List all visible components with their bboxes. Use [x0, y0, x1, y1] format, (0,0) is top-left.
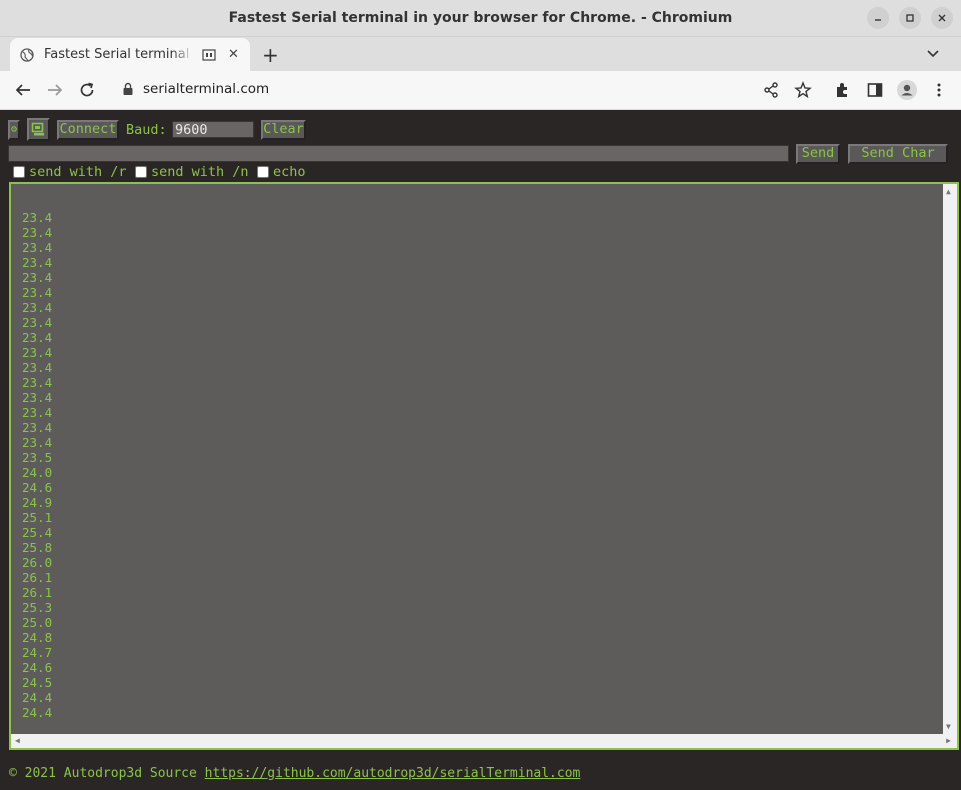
- window-title: Fastest Serial terminal in your browser …: [228, 10, 733, 26]
- scroll-left-arrow-icon[interactable]: ◀: [15, 736, 20, 745]
- extensions-puzzle-icon[interactable]: [834, 81, 852, 99]
- terminal-line: 24.4: [22, 705, 53, 720]
- vertical-scrollbar[interactable]: ▲ ▼: [943, 184, 957, 734]
- terminal-line: 23.4: [22, 300, 53, 315]
- terminal-line: 24.8: [22, 630, 53, 645]
- footer-text: © 2021 Autodrop3d Source: [9, 766, 205, 781]
- scroll-up-arrow-icon[interactable]: ▲: [946, 187, 951, 196]
- media-playing-icon: [202, 48, 216, 61]
- terminal-line: 23.4: [22, 240, 53, 255]
- terminal-line: 25.0: [22, 615, 53, 630]
- computer-icon: [31, 122, 44, 136]
- serial-terminal-page: ⚙ Connect Baud: 9600 Clear Send Send Cha…: [0, 110, 961, 790]
- terminal-line: 26.1: [22, 570, 53, 585]
- terminal-line: 26.1: [22, 585, 53, 600]
- send-with-n-checkbox[interactable]: [135, 166, 147, 178]
- send-with-r-label: send with /r: [29, 164, 127, 180]
- close-icon: [938, 14, 946, 22]
- terminal-line: 23.4: [22, 420, 53, 435]
- terminal-line: 23.4: [22, 210, 53, 225]
- more-menu-icon[interactable]: [930, 81, 948, 99]
- tab-title: Fastest Serial terminal in your browser …: [44, 47, 194, 62]
- terminal-line: 23.4: [22, 360, 53, 375]
- new-tab-button[interactable]: +: [262, 43, 279, 67]
- terminal-line: 23.4: [22, 315, 53, 330]
- footer: © 2021 Autodrop3d Source https://github.…: [9, 766, 580, 781]
- terminal-line: 25.4: [22, 525, 53, 540]
- terminal-lines: 23.4 23.4 23.4 23.4 23.4 23.4 23.4 23.4 23.4 23.4…: [22, 210, 52, 720]
- bookmark-star-icon[interactable]: [794, 81, 812, 99]
- terminal-line: 24.0: [22, 465, 53, 480]
- tab-search-chevron-down-icon[interactable]: [925, 45, 941, 61]
- settings-gear-button[interactable]: ⚙: [8, 120, 20, 140]
- terminal-line: 25.8: [22, 540, 53, 555]
- terminal-line: 24.4: [22, 690, 53, 705]
- clear-button[interactable]: Clear: [261, 120, 306, 140]
- terminal-line: 23.4: [22, 270, 53, 285]
- window-titlebar: Fastest Serial terminal in your browser …: [0, 0, 961, 37]
- minimize-button[interactable]: [867, 7, 889, 29]
- reload-icon[interactable]: [78, 81, 96, 99]
- send-button[interactable]: Send: [796, 144, 840, 164]
- terminal-line: 23.4: [22, 435, 53, 450]
- lock-icon: [122, 82, 134, 96]
- share-icon[interactable]: [762, 81, 780, 99]
- send-with-n-label: send with /n: [151, 164, 249, 180]
- scroll-down-arrow-icon[interactable]: ▼: [946, 722, 951, 731]
- tab-strip: Fastest Serial terminal in your browser …: [0, 37, 961, 71]
- baud-input[interactable]: 9600: [172, 121, 254, 138]
- maximize-icon: [906, 14, 914, 22]
- terminal-line: 24.6: [22, 660, 53, 675]
- terminal-line: 24.6: [22, 480, 53, 495]
- send-input[interactable]: [8, 145, 789, 162]
- baud-label: Baud:: [126, 122, 167, 138]
- gear-icon: ⚙: [10, 124, 18, 135]
- terminal-line: 23.4: [22, 330, 53, 345]
- terminal-output[interactable]: 23.4 23.4 23.4 23.4 23.4 23.4 23.4 23.4 23.4 23.4…: [9, 182, 959, 750]
- terminal-line: 23.4: [22, 255, 53, 270]
- source-link[interactable]: https://github.com/autodrop3d/serialTerm…: [205, 766, 581, 781]
- close-window-button[interactable]: [931, 7, 953, 29]
- url-text: serialterminal.com: [143, 81, 270, 97]
- browser-toolbar: serialterminal.com: [0, 71, 961, 110]
- terminal-line: 23.4: [22, 405, 53, 420]
- terminal-line: 24.5: [22, 675, 53, 690]
- terminal-line: 25.3: [22, 600, 53, 615]
- maximize-button[interactable]: [899, 7, 921, 29]
- send-with-r-checkbox[interactable]: [13, 166, 25, 178]
- tab-close-icon[interactable]: ✕: [228, 47, 239, 62]
- terminal-line: 24.9: [22, 495, 53, 510]
- browser-tab[interactable]: Fastest Serial terminal in your browser …: [10, 38, 250, 71]
- terminal-line: 23.4: [22, 285, 53, 300]
- echo-label: echo: [273, 164, 306, 180]
- connect-button[interactable]: Connect: [57, 120, 119, 140]
- terminal-line: 25.1: [22, 510, 53, 525]
- terminal-line: 23.4: [22, 345, 53, 360]
- minimize-icon: [875, 19, 881, 21]
- terminal-line: 23.4: [22, 225, 53, 240]
- terminal-line: 24.7: [22, 645, 53, 660]
- horizontal-scrollbar[interactable]: ◀ ▶: [11, 734, 957, 748]
- side-panel-icon[interactable]: [866, 81, 884, 99]
- address-bar[interactable]: serialterminal.com: [122, 81, 269, 97]
- send-char-button[interactable]: Send Char: [848, 144, 948, 164]
- port-select-button[interactable]: [27, 118, 50, 141]
- terminal-line: 23.4: [22, 390, 53, 405]
- echo-checkbox[interactable]: [257, 166, 269, 178]
- back-arrow-icon[interactable]: [14, 81, 32, 99]
- terminal-line: 23.4: [22, 375, 53, 390]
- terminal-line: 26.0: [22, 555, 53, 570]
- profile-avatar-icon[interactable]: [897, 80, 917, 100]
- scroll-right-arrow-icon[interactable]: ▶: [946, 736, 951, 745]
- forward-arrow-icon[interactable]: [46, 81, 64, 99]
- terminal-line: 23.5: [22, 450, 53, 465]
- globe-icon: [20, 47, 34, 62]
